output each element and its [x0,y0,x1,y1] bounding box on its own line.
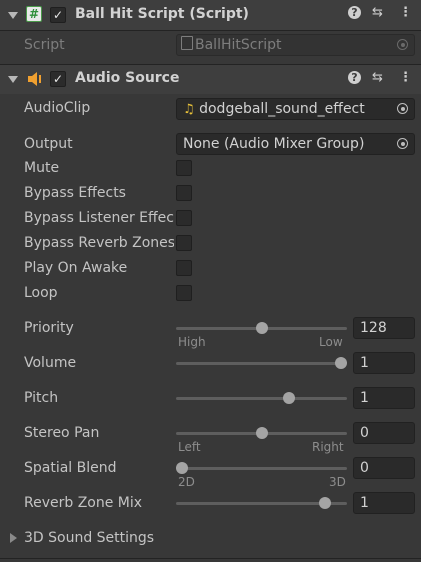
audioclip-field[interactable]: ♫ dodgeball_sound_effect [176,98,415,120]
output-value: None (Audio Mixer Group) [183,136,365,152]
play-on-awake-checkbox[interactable] [176,260,192,276]
script-icon: # [26,6,42,22]
object-picker-icon[interactable] [397,138,408,149]
pitch-value-field[interactable]: 1 [353,387,415,409]
audioclip-label: AudioClip [24,100,91,116]
stereo-pan-max-label: Right [312,440,344,454]
stereo-pan-value-field[interactable]: 0 [353,422,415,444]
priority-value-field[interactable]: 128 [353,317,415,339]
bypass-effects-checkbox[interactable] [176,185,192,201]
audio-source-enabled-checkbox[interactable]: ✓ [50,71,66,87]
pitch-slider-track[interactable] [176,397,347,400]
stereo-pan-label: Stereo Pan [24,425,100,441]
audioclip-value: dodgeball_sound_effect [199,101,365,117]
music-note-icon: ♫ [183,102,195,117]
reverb-zone-mix-label: Reverb Zone Mix [24,495,143,511]
foldout-arrow-icon[interactable] [8,76,18,83]
ball-hit-enabled-checkbox[interactable]: ✓ [50,7,66,23]
help-icon[interactable]: ? [348,6,361,19]
spatial-blend-min-label: 2D [178,475,195,489]
volume-slider-thumb[interactable] [335,357,347,369]
priority-min-label: High [178,335,206,349]
ball-hit-script-title: Ball Hit Script (Script) [75,6,249,22]
priority-slider-thumb[interactable] [255,322,268,334]
loop-checkbox[interactable] [176,285,192,301]
priority-label: Priority [24,320,74,336]
spatial-blend-slider-track[interactable] [176,467,347,470]
foldout-arrow-icon[interactable] [10,533,17,543]
script-file-icon [181,36,193,50]
help-icon[interactable]: ? [348,71,361,84]
volume-label: Volume [24,355,77,371]
presets-icon[interactable]: ⇆ [372,5,383,20]
output-label: Output [24,136,73,152]
script-field: BallHitScript [176,34,415,56]
volume-value-field[interactable]: 1 [353,352,415,374]
foldout-arrow-icon[interactable] [8,12,18,19]
script-label: Script [24,37,65,53]
priority-max-label: Low [319,335,343,349]
object-picker-icon [397,39,408,50]
presets-icon[interactable]: ⇆ [372,70,383,85]
bypass-listener-effects-label: Bypass Listener Effects [24,210,174,226]
context-menu-icon[interactable]: ⋮ [399,5,412,20]
audio-source-title: Audio Source [75,70,180,86]
ball-hit-script-header[interactable]: # ✓ Ball Hit Script (Script) ? ⇆ ⋮ [0,0,421,30]
volume-slider-track[interactable] [176,362,347,365]
mute-label: Mute [24,160,60,176]
output-field[interactable]: None (Audio Mixer Group) [176,133,415,155]
script-value: BallHitScript [195,37,282,53]
audio-source-icon [27,72,43,86]
pitch-slider-thumb[interactable] [282,392,295,404]
spatial-blend-slider-thumb[interactable] [176,462,188,474]
spatial-blend-value-field[interactable]: 0 [353,457,415,479]
bypass-listener-effects-checkbox[interactable] [176,210,192,226]
bypass-effects-label: Bypass Effects [24,185,126,201]
3d-sound-settings-foldout[interactable]: 3D Sound Settings [24,530,154,546]
mute-checkbox[interactable] [176,160,192,176]
object-picker-icon[interactable] [397,103,408,114]
bypass-reverb-zones-label: Bypass Reverb Zones [24,235,174,251]
stereo-pan-min-label: Left [178,440,201,454]
context-menu-icon[interactable]: ⋮ [399,70,412,85]
stereo-pan-slider-thumb[interactable] [255,427,268,439]
bypass-reverb-zones-checkbox[interactable] [176,235,192,251]
play-on-awake-label: Play On Awake [24,260,128,276]
spatial-blend-max-label: 3D [329,475,346,489]
loop-label: Loop [24,285,58,301]
spatial-blend-label: Spatial Blend [24,460,117,476]
reverb-zone-mix-value-field[interactable]: 1 [353,492,415,514]
reverb-zone-mix-slider-thumb[interactable] [319,497,332,509]
pitch-label: Pitch [24,390,59,406]
audio-source-header[interactable]: ✓ Audio Source ? ⇆ ⋮ [0,65,421,94]
